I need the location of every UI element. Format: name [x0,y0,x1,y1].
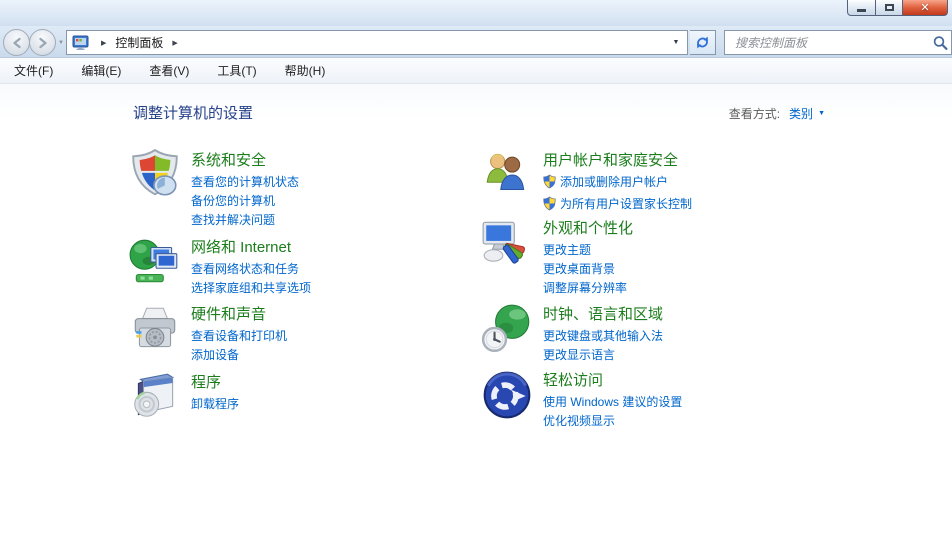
close-button[interactable]: ✕ [903,0,948,16]
network-internet-icon[interactable] [128,235,182,289]
address-bar[interactable]: ▶ 控制面板 ▶ ▼ [66,30,688,55]
link-homegroup-sharing[interactable]: 选择家庭组和共享选项 [191,279,458,298]
link-optimize-visual-display[interactable]: 优化视频显示 [543,412,810,431]
view-by-label: 查看方式: [728,107,781,121]
link-add-remove-accounts[interactable]: 添加或删除用户帐户 [543,173,810,195]
link-uninstall-program[interactable]: 卸载程序 [191,395,458,414]
search-box [724,30,952,55]
menu-tools[interactable]: 工具(T) [207,58,266,83]
link-change-keyboard-input[interactable]: 更改键盘或其他输入法 [543,327,810,346]
close-icon: ✕ [920,2,930,14]
category-title-user-accounts[interactable]: 用户帐户和家庭安全 [543,148,678,171]
link-label: 添加或删除用户帐户 [560,175,669,189]
menu-help[interactable]: 帮助(H) [275,58,336,83]
magnifier-icon[interactable] [932,35,949,51]
navigation-bar: ▼ ▶ 控制面板 ▶ ▼ [0,26,952,58]
ease-of-access-icon[interactable] [480,368,534,422]
back-arrow-icon [12,37,21,48]
forward-arrow-icon [38,37,47,48]
menu-view[interactable]: 查看(V) [139,58,199,83]
programs-icon[interactable] [128,370,182,424]
category-programs: 程序 卸载程序 [128,370,458,417]
page-title: 调整计算机的设置 [133,105,254,122]
breadcrumb-arrow-icon: ▶ [101,39,107,47]
category-hardware-sound: 硬件和声音 查看设备和打印机 添加设备 [128,302,458,365]
view-by-category-link[interactable]: 类别 ▼ [789,105,825,122]
view-by-control: 查看方式: 类别 ▼ [729,105,825,122]
view-by-value: 类别 [789,107,814,121]
menu-bar: 文件(F) 编辑(E) 查看(V) 工具(T) 帮助(H) [0,58,952,84]
category-clock-language: 时钟、语言和区域 更改键盘或其他输入法 更改显示语言 [480,302,810,365]
history-dropdown[interactable]: ▼ [58,40,64,46]
uac-shield-icon [543,174,556,195]
maximize-icon [884,4,894,11]
refresh-button[interactable] [690,30,716,55]
menu-file[interactable]: 文件(F) [4,58,63,83]
user-accounts-icon[interactable] [480,148,534,202]
link-view-network-status[interactable]: 查看网络状态和任务 [191,260,458,279]
category-title-appearance[interactable]: 外观和个性化 [543,216,633,239]
link-backup-computer[interactable]: 备份您的计算机 [191,192,458,211]
category-appearance: 外观和个性化 更改主题 更改桌面背景 调整屏幕分辨率 [480,216,810,298]
refresh-icon [697,36,708,49]
category-title-system-security[interactable]: 系统和安全 [191,148,266,171]
back-button[interactable] [3,29,30,56]
category-title-hardware-sound[interactable]: 硬件和声音 [191,302,266,325]
hardware-sound-icon[interactable] [128,302,182,356]
link-suggested-settings[interactable]: 使用 Windows 建议的设置 [543,393,810,412]
maximize-button[interactable] [876,0,903,16]
category-ease-of-access: 轻松访问 使用 Windows 建议的设置 优化视频显示 [480,368,810,431]
link-view-computer-status[interactable]: 查看您的计算机状态 [191,173,458,192]
chevron-down-icon: ▼ [818,110,825,117]
category-user-accounts: 用户帐户和家庭安全 添加或删除用户帐户 为所有用户设置家长控制 [480,148,810,217]
system-security-icon[interactable] [128,148,182,202]
breadcrumb-arrow-icon: ▶ [172,39,178,47]
category-title-clock-language[interactable]: 时钟、语言和区域 [543,302,663,325]
breadcrumb-control-panel[interactable]: 控制面板 [113,32,165,53]
category-network-internet: 网络和 Internet 查看网络状态和任务 选择家庭组和共享选项 [128,235,458,298]
link-change-theme[interactable]: 更改主题 [543,241,810,260]
forward-button[interactable] [29,29,56,56]
link-change-display-language[interactable]: 更改显示语言 [543,346,810,365]
link-change-desktop-background[interactable]: 更改桌面背景 [543,260,810,279]
address-dropdown-button[interactable]: ▼ [665,31,687,54]
uac-shield-icon [543,196,556,217]
minimize-icon [857,8,866,12]
category-system-security: 系统和安全 查看您的计算机状态 备份您的计算机 查找并解决问题 [128,148,458,230]
control-panel-icon [72,35,90,51]
control-panel-window: ✕ ▼ ▶ 控制面板 ▶ ▼ 搜索控制面板 文件(F) 编辑(E) 查看(V) … [0,0,952,548]
window-controls: ✕ [847,0,948,16]
minimize-button[interactable] [847,0,876,16]
category-title-ease-of-access[interactable]: 轻松访问 [543,368,603,391]
link-adjust-screen-resolution[interactable]: 调整屏幕分辨率 [543,279,810,298]
menu-edit[interactable]: 编辑(E) [71,58,131,83]
link-add-device[interactable]: 添加设备 [191,346,458,365]
link-devices-printers[interactable]: 查看设备和打印机 [191,327,458,346]
link-parental-controls[interactable]: 为所有用户设置家长控制 [543,195,810,217]
category-title-network-internet[interactable]: 网络和 Internet [191,235,291,258]
link-find-fix-problems[interactable]: 查找并解决问题 [191,211,458,230]
appearance-personalization-icon[interactable] [480,216,534,270]
category-title-programs[interactable]: 程序 [191,370,221,393]
link-label: 为所有用户设置家长控制 [560,197,693,211]
clock-language-region-icon[interactable] [480,302,534,356]
title-bar [0,0,952,26]
search-input[interactable] [733,32,932,53]
